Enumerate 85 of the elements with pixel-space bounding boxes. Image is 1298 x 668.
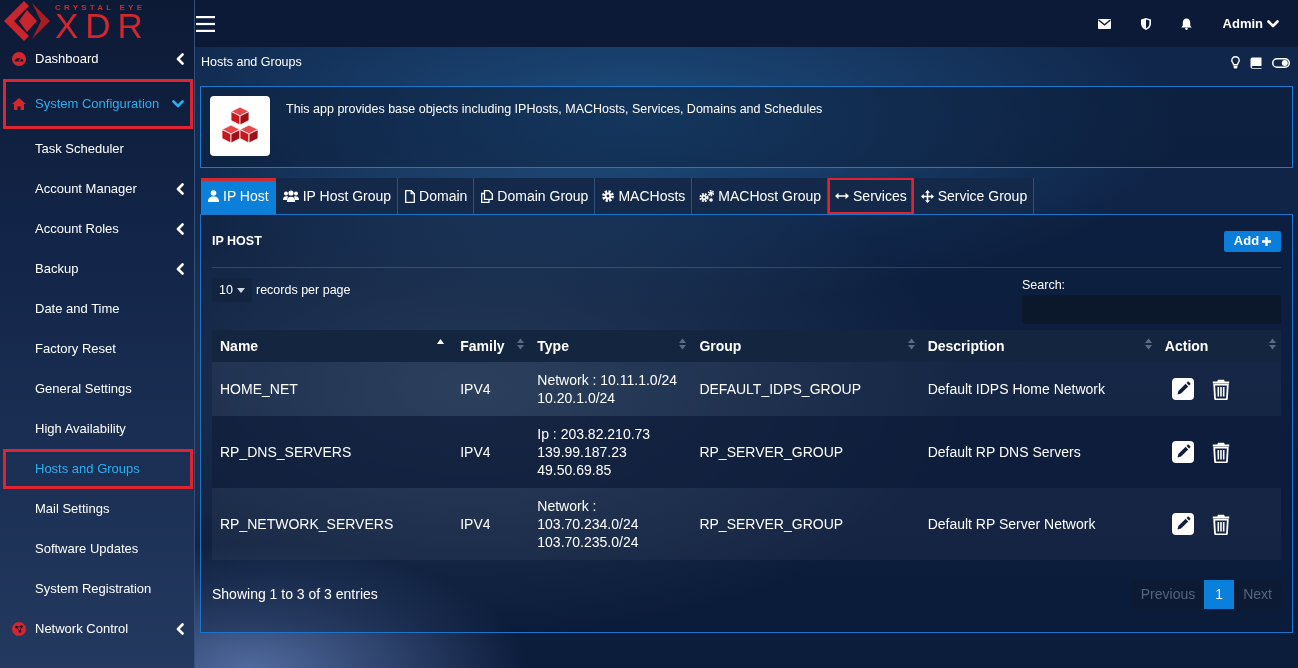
user-menu-button[interactable]: Admin	[1222, 13, 1279, 34]
tab[interactable]: MACHosts	[595, 178, 693, 214]
table-cell: IPV4	[452, 362, 530, 416]
sidebar-item[interactable]: Hosts and Groups	[3, 449, 193, 489]
arrows-horizontal-icon	[835, 192, 849, 200]
tab[interactable]: IP Host	[201, 178, 276, 214]
network-icon	[12, 622, 26, 636]
page-title: Hosts and Groups	[201, 54, 302, 72]
menu-icon[interactable]	[196, 15, 215, 32]
column-header[interactable]: Name	[212, 330, 453, 362]
table-cell: Default RP Server Network	[919, 488, 1157, 560]
copy-icon	[481, 189, 494, 203]
tab[interactable]: Service Group	[913, 178, 1035, 214]
sidebar-item[interactable]: Software Updates	[3, 529, 193, 569]
search-label: Search:	[1022, 278, 1067, 292]
cubes-icon	[210, 96, 270, 156]
table-cell: Ip : 203.82.210.73 139.99.187.23 49.50.69.85	[529, 416, 692, 488]
sidebar-item[interactable]: Network Control	[3, 609, 193, 649]
file-icon	[405, 189, 416, 203]
table-cell: Network : 10.11.1.0/24 10.20.1.0/24	[529, 362, 692, 416]
tab[interactable]: Services	[828, 178, 914, 214]
toggle-icon[interactable]	[1272, 57, 1290, 68]
logo-wordmark: XDR	[55, 12, 150, 39]
trash-icon[interactable]	[1211, 441, 1230, 463]
trash-icon[interactable]	[1211, 378, 1230, 400]
entries-info: Showing 1 to 3 of 3 entries	[212, 585, 378, 604]
table-cell: DEFAULT_IDPS_GROUP	[691, 362, 920, 416]
sidebar-item[interactable]: Backup	[3, 249, 193, 289]
gauge-icon	[12, 52, 26, 66]
move-arrows-icon	[920, 189, 934, 203]
diamond-logo-icon	[4, 1, 50, 41]
edit-icon[interactable]	[1171, 513, 1194, 535]
sidebar-item[interactable]: Account Manager	[3, 169, 193, 209]
caret-down-icon	[237, 287, 245, 293]
sidebar-item[interactable]: High Availability	[3, 409, 193, 449]
user-icon	[208, 190, 219, 202]
column-header[interactable]: Group	[691, 330, 920, 362]
shield-icon[interactable]	[1140, 17, 1151, 30]
sidebar-item[interactable]: System Registration	[3, 569, 193, 609]
gear-icon	[602, 190, 615, 202]
add-button[interactable]: Add	[1224, 230, 1281, 252]
home-icon	[12, 98, 26, 110]
column-header[interactable]: Description	[919, 330, 1157, 362]
table-cell: Default RP DNS Servers	[919, 416, 1157, 488]
tab[interactable]: Domain	[398, 178, 475, 214]
table-cell: HOME_NET	[212, 362, 453, 416]
sidebar-item[interactable]: Mail Settings	[3, 489, 193, 529]
table-cell: RP_NETWORK_SERVERS	[212, 488, 453, 560]
sidebar-item[interactable]: Dashboard	[3, 39, 193, 79]
tab[interactable]: MACHost Group	[692, 178, 828, 214]
edit-icon[interactable]	[1171, 378, 1194, 400]
column-header[interactable]: Type	[529, 330, 692, 362]
column-header[interactable]: Family	[452, 330, 530, 362]
column-header[interactable]: Action	[1156, 330, 1281, 362]
tab[interactable]: IP Host Group	[275, 178, 399, 214]
table-cell: IPV4	[452, 416, 530, 488]
page-length-select[interactable]: 10	[212, 278, 252, 302]
sidebar-item[interactable]: Account Roles	[3, 209, 193, 249]
gears-icon	[699, 190, 715, 202]
table-cell: Network : 103.70.234.0/24 103.70.235.0/24	[529, 488, 692, 560]
users-icon	[282, 190, 299, 202]
sidebar-item[interactable]: Factory Reset	[3, 329, 193, 369]
trash-icon[interactable]	[1211, 513, 1230, 535]
plus-icon	[1262, 236, 1272, 246]
table-cell: RP_SERVER_GROUP	[691, 488, 920, 560]
table-cell: Default IDPS Home Network	[919, 362, 1157, 416]
sidebar-item[interactable]: Task Scheduler	[3, 129, 193, 169]
tab[interactable]: Domain Group	[474, 178, 596, 214]
sidebar-item[interactable]: Date and Time	[3, 289, 193, 329]
app-description: This app provides base objects including IPHosts, MACHosts, Services, Domains and Schedules	[286, 101, 823, 118]
table-cell: IPV4	[452, 488, 530, 560]
bell-icon[interactable]	[1180, 17, 1192, 30]
records-per-page-label: records per page	[256, 281, 351, 299]
mail-icon[interactable]	[1097, 18, 1111, 29]
book-icon[interactable]	[1250, 56, 1262, 69]
bulb-icon[interactable]	[1231, 56, 1240, 69]
edit-icon[interactable]	[1171, 441, 1194, 463]
table-cell: RP_DNS_SERVERS	[212, 416, 453, 488]
panel-title: IP HOST	[212, 232, 262, 250]
sidebar-item[interactable]: General Settings	[3, 369, 193, 409]
chevron-down-icon	[1267, 19, 1279, 28]
table-cell: RP_SERVER_GROUP	[691, 416, 920, 488]
page-button[interactable]: 1	[1204, 580, 1235, 609]
logo-tagline: CRYSTAL EYE	[55, 3, 147, 12]
sidebar-item[interactable]: System Configuration	[3, 79, 193, 129]
